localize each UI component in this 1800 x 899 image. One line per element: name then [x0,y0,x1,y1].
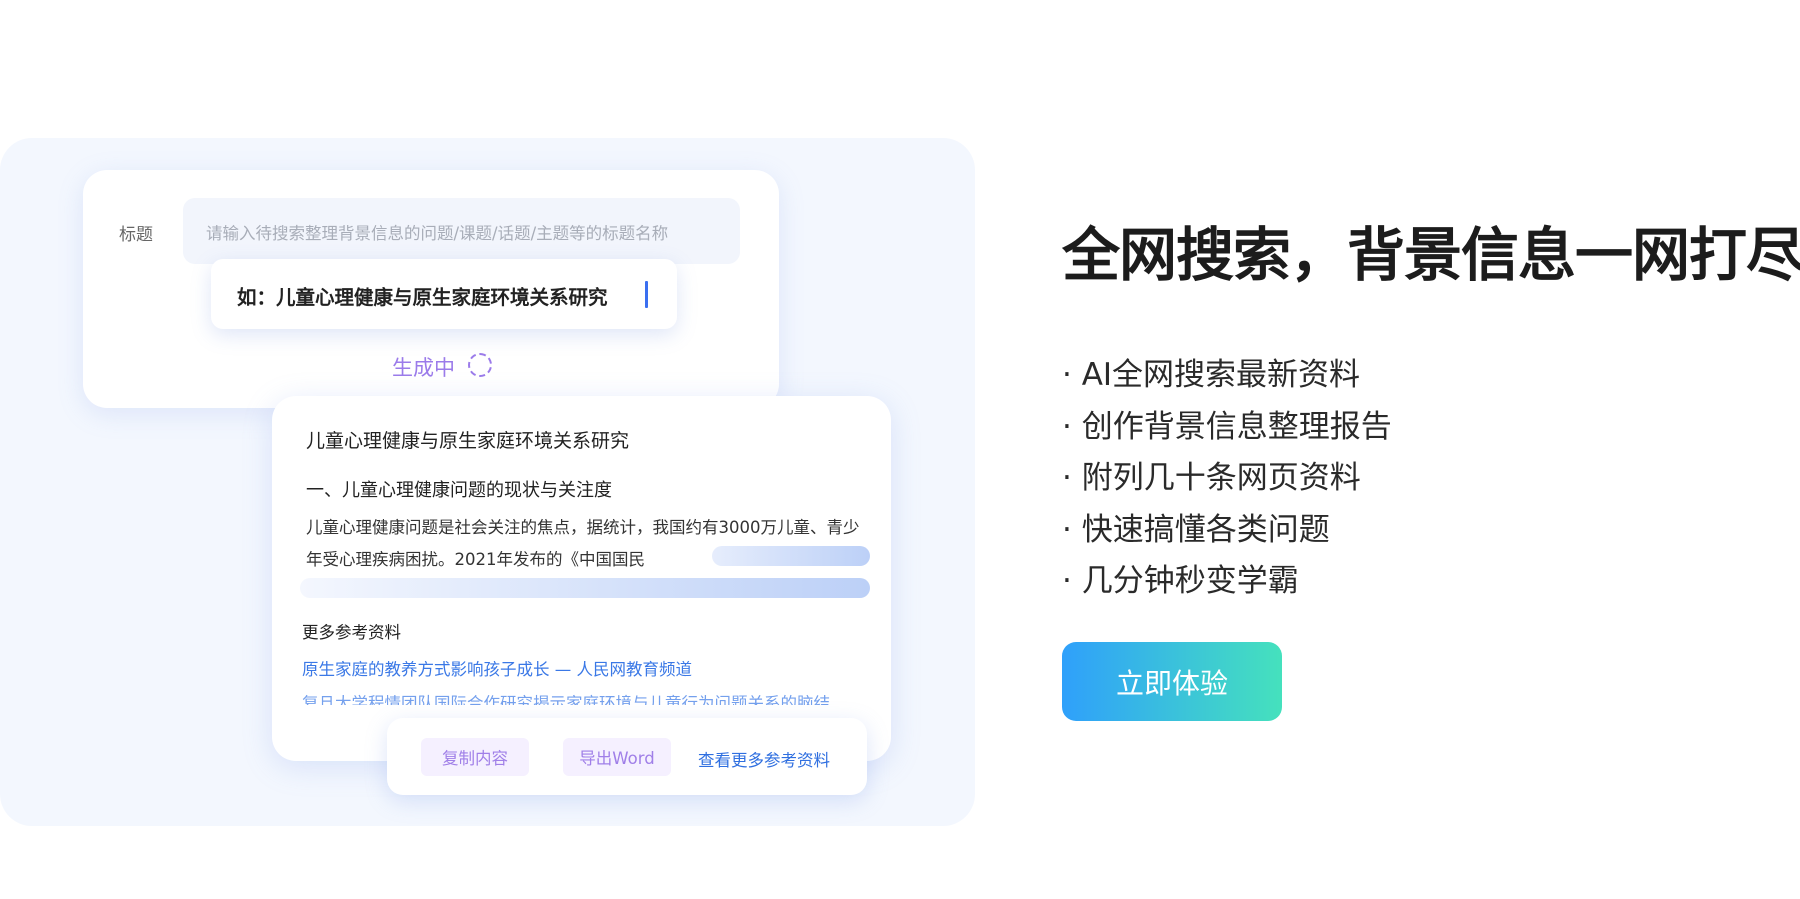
result-section-heading: 一、儿童心理健康问题的现状与关注度 [306,480,612,501]
feature-item: · AI全网搜索最新资料 [1062,357,1361,393]
result-paragraph: 儿童心理健康问题是社会关注的焦点，据统计，我国约有3000万儿童、青少年受心理疾… [306,518,860,569]
loading-spinner-icon [468,353,492,377]
feature-item: · 几分钟秒变学霸 [1062,563,1299,599]
title-input-placeholder: 请输入待搜索整理背景信息的问题/课题/话题/主题等的标题名称 [206,224,669,243]
generating-status: 生成中 [392,356,455,380]
loading-skeleton-line [300,578,870,598]
refs-title: 更多参考资料 [302,623,401,642]
try-now-button[interactable]: 立即体验 [1062,642,1282,721]
loading-skeleton-line [712,546,870,566]
copy-content-button[interactable]: 复制内容 [421,738,529,776]
example-text: 如：儿童心理健康与原生家庭环境关系研究 [237,286,608,309]
view-more-refs-link[interactable]: 查看更多参考资料 [698,747,830,771]
export-word-button[interactable]: 导出Word [563,738,671,776]
title-label: 标题 [119,225,153,245]
result-doc-title: 儿童心理健康与原生家庭环境关系研究 [306,430,630,452]
hero-headline: 全网搜索，背景信息一网打尽! [1062,221,1800,289]
feature-list: · AI全网搜索最新资料 · 创作背景信息整理报告 · 附列几十条网页资料 · … [1062,350,1392,608]
reference-link[interactable]: 原生家庭的教养方式影响孩子成长 — 人民网教育频道 [302,656,692,680]
text-caret [645,281,648,308]
feature-item: · 创作背景信息整理报告 [1062,408,1392,445]
feature-item: · 附列几十条网页资料 [1062,460,1361,496]
feature-item: · 快速搞懂各类问题 [1062,511,1330,548]
